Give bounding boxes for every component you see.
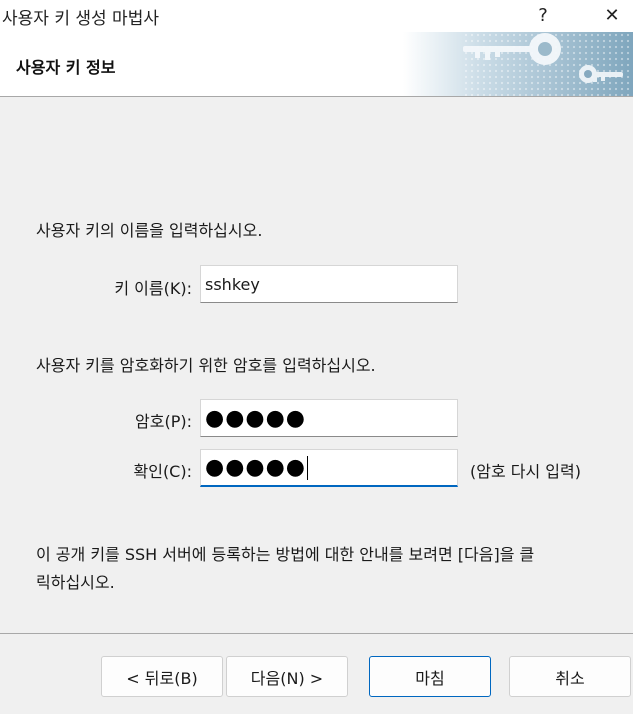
password-label: 암호(P):: [135, 412, 192, 431]
help-button[interactable]: ?: [520, 0, 566, 30]
key-name-value: sshkey: [205, 274, 260, 294]
cancel-button[interactable]: 취소: [509, 656, 631, 697]
confirm-hint: (암호 다시 입력): [470, 462, 581, 481]
password-input[interactable]: ●●●●●: [200, 399, 458, 437]
finish-button[interactable]: 마침: [369, 656, 491, 697]
password-prompt: 사용자 키를 암호화하기 위한 암호를 입력하십시오.: [36, 356, 376, 375]
key-name-prompt: 사용자 키의 이름을 입력하십시오.: [36, 221, 263, 240]
info-text-line1: 이 공개 키를 SSH 서버에 등록하는 방법에 대한 안내를 보려면 [다음]…: [36, 545, 535, 564]
password-mask: ●●●●●: [205, 405, 306, 431]
footer-divider: [0, 633, 633, 634]
confirm-password-input[interactable]: ●●●●●: [200, 449, 458, 487]
wizard-header: 사용자 키 정보: [0, 32, 633, 97]
wizard-content: 사용자 키의 이름을 입력하십시오. 키 이름(K): sshkey 사용자 키…: [0, 97, 633, 633]
info-text-line2: 릭하십시오.: [36, 573, 115, 592]
confirm-label: 확인(C):: [133, 462, 193, 481]
page-title: 사용자 키 정보: [16, 58, 116, 77]
back-button[interactable]: < 뒤로(B): [101, 656, 223, 697]
key-name-input[interactable]: sshkey: [200, 265, 458, 303]
next-button[interactable]: 다음(N) >: [226, 656, 348, 697]
close-button[interactable]: ✕: [589, 0, 633, 30]
window-title: 사용자 키 생성 마법사: [2, 9, 159, 29]
title-bar: 사용자 키 생성 마법사 ? ✕: [0, 0, 633, 32]
text-caret: [306, 455, 308, 480]
key-name-label: 키 이름(K):: [114, 279, 192, 298]
confirm-mask: ●●●●●: [205, 455, 306, 480]
key-banner-icon: [403, 32, 633, 96]
